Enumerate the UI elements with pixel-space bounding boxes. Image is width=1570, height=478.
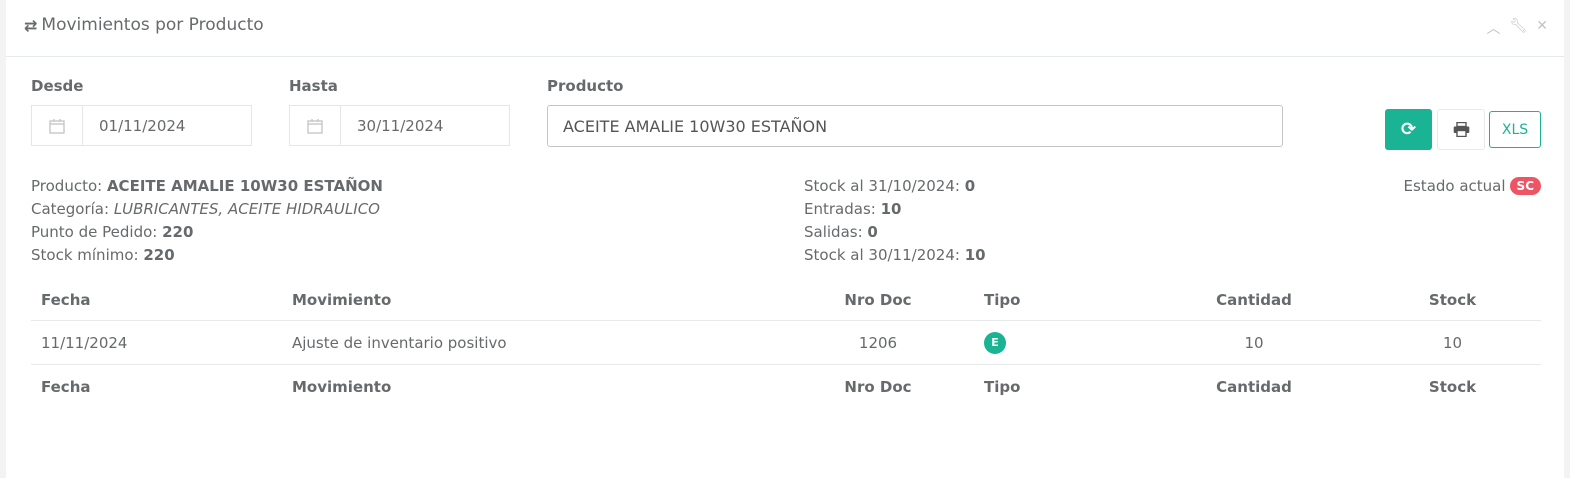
calendar-icon[interactable] bbox=[32, 106, 83, 145]
producto-label: Producto bbox=[547, 77, 624, 95]
foot-stock: Stock bbox=[1428, 378, 1477, 396]
cell-nro-doc: 1206 bbox=[858, 333, 898, 352]
info-categoria: Categoría: LUBRICANTES, ACEITE HIDRAULIC… bbox=[31, 200, 380, 218]
print-button[interactable] bbox=[1437, 109, 1485, 150]
product-info: Producto: ACEITE AMALIE 10W30 ESTAÑON Ca… bbox=[31, 175, 383, 267]
close-icon[interactable]: ✕ bbox=[1536, 18, 1548, 38]
entradas: Entradas: 10 bbox=[804, 200, 902, 218]
foot-cantidad: Cantidad bbox=[1216, 378, 1292, 396]
table-header-row: Fecha Movimiento Nro Doc Tipo Cantidad S… bbox=[31, 280, 1541, 321]
info-punto-value: 220 bbox=[162, 223, 194, 241]
desde-input[interactable]: 01/11/2024 bbox=[83, 117, 185, 135]
panel-title: ⇄ Movimientos por Producto bbox=[24, 15, 264, 35]
exchange-icon: ⇄ bbox=[24, 15, 38, 35]
foot-tipo: Tipo bbox=[984, 378, 1021, 396]
hasta-label: Hasta bbox=[289, 77, 338, 95]
print-icon bbox=[1453, 122, 1469, 137]
info-punto-pedido: Punto de Pedido: 220 bbox=[31, 223, 194, 241]
calendar-icon[interactable] bbox=[290, 106, 341, 145]
movimientos-table: Fecha Movimiento Nro Doc Tipo Cantidad S… bbox=[31, 280, 1541, 409]
panel-tools: ︿ 🔧︎ ✕ bbox=[1486, 18, 1548, 38]
col-cantidad[interactable]: Cantidad bbox=[1144, 280, 1364, 321]
estado-label: Estado actual bbox=[1403, 177, 1506, 195]
foot-fecha: Fecha bbox=[41, 378, 91, 396]
cell-tipo: E bbox=[974, 321, 1144, 365]
status-badge: SC bbox=[1509, 177, 1541, 195]
info-producto: Producto: ACEITE AMALIE 10W30 ESTAÑON bbox=[31, 177, 383, 195]
stock-inicial: Stock al 31/10/2024: 0 bbox=[804, 177, 976, 195]
cell-stock: 10 bbox=[1442, 333, 1463, 352]
wrench-icon[interactable]: 🔧︎ bbox=[1509, 18, 1527, 38]
desde-field[interactable]: 01/11/2024 bbox=[31, 105, 252, 146]
col-movimiento[interactable]: Movimiento bbox=[282, 280, 782, 321]
cell-fecha: 11/11/2024 bbox=[41, 333, 128, 352]
info-stock-minimo: Stock mínimo: 220 bbox=[31, 246, 175, 264]
movimientos-panel: ⇄ Movimientos por Producto ︿ 🔧︎ ✕ Desde … bbox=[6, 0, 1564, 478]
info-producto-value: ACEITE AMALIE 10W30 ESTAÑON bbox=[106, 177, 383, 195]
salidas: Salidas: 0 bbox=[804, 223, 878, 241]
cell-movimiento: Ajuste de inventario positivo bbox=[292, 333, 507, 352]
tipo-badge: E bbox=[984, 331, 1006, 354]
hasta-field[interactable]: 30/11/2024 bbox=[289, 105, 510, 146]
foot-nro-doc: Nro Doc bbox=[844, 378, 912, 396]
col-tipo[interactable]: Tipo bbox=[974, 280, 1144, 321]
stock-summary: Stock al 31/10/2024: 0 Entradas: 10 Sali… bbox=[804, 175, 986, 267]
panel-header: ⇄ Movimientos por Producto ︿ 🔧︎ ✕ bbox=[6, 0, 1564, 57]
table-row: 11/11/2024 Ajuste de inventario positivo… bbox=[31, 321, 1541, 365]
foot-movimiento: Movimiento bbox=[292, 378, 392, 396]
hasta-input[interactable]: 30/11/2024 bbox=[341, 117, 443, 135]
info-categoria-value: LUBRICANTES, ACEITE HIDRAULICO bbox=[113, 200, 380, 218]
estado-actual: Estado actual SC bbox=[1404, 177, 1541, 195]
desde-label: Desde bbox=[31, 77, 84, 95]
col-stock[interactable]: Stock bbox=[1364, 280, 1541, 321]
refresh-button[interactable]: ⟳ bbox=[1385, 109, 1432, 150]
chevron-up-icon[interactable]: ︿ bbox=[1486, 18, 1500, 38]
table-footer-row: Fecha Movimiento Nro Doc Tipo Cantidad S… bbox=[31, 365, 1541, 410]
stock-final: Stock al 30/11/2024: 10 bbox=[804, 246, 986, 264]
cell-cantidad: 10 bbox=[1244, 333, 1264, 352]
producto-select[interactable]: ACEITE AMALIE 10W30 ESTAÑON bbox=[547, 105, 1283, 147]
col-fecha[interactable]: Fecha bbox=[31, 280, 282, 321]
xls-export-button[interactable]: XLS bbox=[1489, 111, 1541, 148]
panel-title-text: Movimientos por Producto bbox=[41, 15, 264, 35]
info-minimo-value: 220 bbox=[143, 246, 175, 264]
col-nro-doc[interactable]: Nro Doc bbox=[782, 280, 974, 321]
refresh-icon: ⟳ bbox=[1400, 119, 1417, 140]
